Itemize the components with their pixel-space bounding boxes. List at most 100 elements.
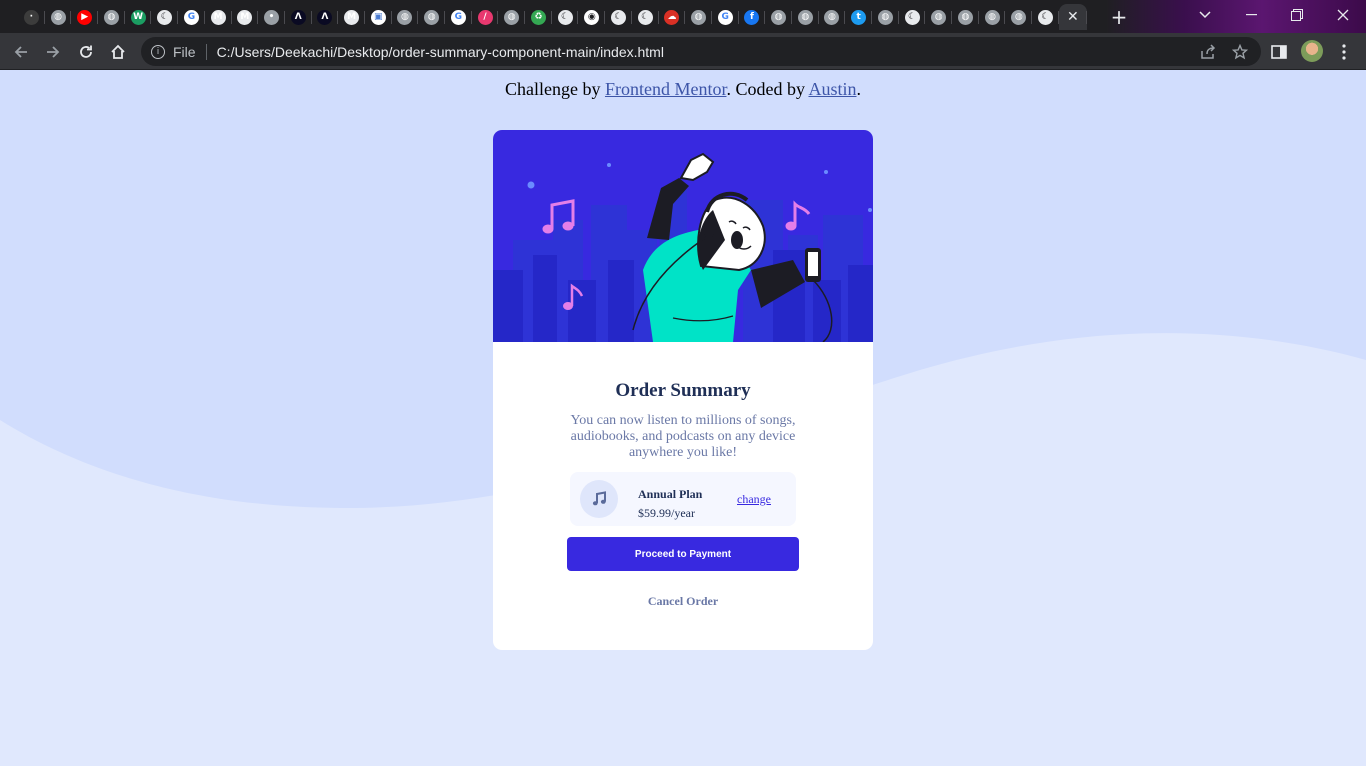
side-panel-button[interactable] xyxy=(1266,39,1292,65)
browser-tab[interactable]: ◍ xyxy=(765,4,792,30)
plus-icon: + xyxy=(1110,5,1128,29)
tab-search-button[interactable] xyxy=(1182,0,1228,30)
browser-tab[interactable]: ☾ xyxy=(899,4,926,30)
browser-tab[interactable]: M xyxy=(205,4,232,30)
browser-tab[interactable]: ☁ xyxy=(659,4,686,30)
music-note-icon xyxy=(580,480,618,518)
browser-tab[interactable]: ◍ xyxy=(925,4,952,30)
globe-icon: ◍ xyxy=(504,9,520,25)
browser-tab[interactable]: ◍ xyxy=(685,4,712,30)
restore-button[interactable] xyxy=(1274,0,1320,30)
share-button[interactable] xyxy=(1195,39,1221,65)
globe-icon: ◍ xyxy=(103,9,119,25)
globe-icon: ◍ xyxy=(424,9,440,25)
chevron-down-icon xyxy=(1199,11,1211,19)
browser-tab[interactable]: ◍ xyxy=(98,4,125,30)
browser-tab[interactable]: ☾ xyxy=(1032,4,1059,30)
browser-tab[interactable]: ◍ xyxy=(872,4,899,30)
change-plan-link[interactable]: change xyxy=(737,492,771,507)
cancel-order-button[interactable]: Cancel Order xyxy=(493,594,873,609)
browser-tab[interactable]: G xyxy=(445,4,472,30)
browser-tab[interactable]: ☾ xyxy=(151,4,178,30)
order-summary-card: Order Summary You can now listen to mill… xyxy=(493,130,873,650)
browser-tab[interactable]: ◍ xyxy=(392,4,419,30)
browser-tab[interactable]: / xyxy=(472,4,499,30)
info-icon[interactable]: i xyxy=(151,44,165,59)
m-logo-icon: M xyxy=(237,9,253,25)
browser-tab[interactable]: Λ xyxy=(285,4,312,30)
globe-icon: ◍ xyxy=(771,9,787,25)
browser-tab[interactable]: ▶ xyxy=(71,4,98,30)
google-icon: G xyxy=(717,9,733,25)
globe-icon: ◍ xyxy=(877,9,893,25)
hero-illustration xyxy=(493,130,873,342)
browser-tab[interactable]: · xyxy=(18,4,45,30)
google-icon: G xyxy=(183,9,199,25)
browser-tab[interactable]: ☾ xyxy=(632,4,659,30)
card-title: Order Summary xyxy=(615,380,751,401)
browser-tab[interactable]: ◍ xyxy=(792,4,819,30)
url-text[interactable]: C:/Users/Deekachi/Desktop/order-summary-… xyxy=(217,44,664,60)
globe-icon: ◍ xyxy=(1011,9,1027,25)
tab-list: · ◍ ▶ ◍ W ☾ G M M • Λ Λ M ▣ ◍ ◍ G / ◍ ♻ ☾ ◉ ☾ ☾ ☁ ◍ Gf ◍ ◍ ◍ t ◍ ☾ ◍ ◍ ◍ ◍ ☾ ✕ xyxy=(18,4,1087,30)
new-tab-button[interactable]: + xyxy=(1105,4,1133,30)
frontend-mentor-link[interactable]: Frontend Mentor xyxy=(605,79,727,99)
m-logo-icon: M xyxy=(344,9,360,25)
globe-icon: ◍ xyxy=(824,9,840,25)
browser-tab[interactable]: ♻ xyxy=(525,4,552,30)
browser-tab[interactable]: ◍ xyxy=(819,4,846,30)
kebab-menu-icon xyxy=(1342,44,1346,60)
browser-tab[interactable]: t xyxy=(845,4,872,30)
author-link[interactable]: Austin xyxy=(808,79,856,99)
credit-middle: . Coded by xyxy=(726,79,809,99)
bookmark-button[interactable] xyxy=(1227,39,1253,65)
plan-name: Annual Plan xyxy=(638,487,703,501)
browser-tab[interactable]: ◍ xyxy=(1005,4,1032,30)
home-button[interactable] xyxy=(105,39,131,65)
moon-icon: ☾ xyxy=(610,9,626,25)
browser-tab[interactable]: ☾ xyxy=(552,4,579,30)
github-icon: ◉ xyxy=(584,9,600,25)
home-icon xyxy=(111,44,125,59)
browser-tab[interactable]: ◍ xyxy=(952,4,979,30)
code-icon: Λ xyxy=(317,9,333,25)
browser-tab[interactable]: ◉ xyxy=(578,4,605,30)
minimize-button[interactable] xyxy=(1228,0,1274,30)
facebook-icon: f xyxy=(744,9,760,25)
reload-button[interactable] xyxy=(73,39,99,65)
proceed-to-payment-button[interactable]: Proceed to Payment xyxy=(567,537,799,571)
browser-tab[interactable]: ▣ xyxy=(365,4,392,30)
browser-tab[interactable]: W xyxy=(125,4,152,30)
code-icon: Λ xyxy=(290,9,306,25)
back-button[interactable] xyxy=(8,39,34,65)
browser-tab[interactable]: • xyxy=(258,4,285,30)
active-tab[interactable]: ✕ xyxy=(1058,4,1087,30)
attribution: Challenge by Frontend Mentor. Coded by A… xyxy=(0,79,1366,100)
forward-button[interactable] xyxy=(40,39,66,65)
browser-tab[interactable]: ◍ xyxy=(45,4,72,30)
close-tab-icon[interactable]: ✕ xyxy=(1067,9,1079,25)
close-window-button[interactable] xyxy=(1320,0,1366,30)
youtube-music-icon: ▶ xyxy=(77,9,93,25)
w-logo-icon: W xyxy=(130,9,146,25)
browser-tab[interactable]: M xyxy=(232,4,259,30)
browser-tab[interactable]: ◍ xyxy=(418,4,445,30)
reload-icon xyxy=(80,45,92,58)
browser-tab[interactable]: G xyxy=(178,4,205,30)
browser-tab[interactable]: ☾ xyxy=(605,4,632,30)
profile-avatar[interactable] xyxy=(1301,40,1323,62)
browser-tab[interactable]: Λ xyxy=(312,4,339,30)
globe-icon: ◍ xyxy=(931,9,947,25)
globe-icon: ◍ xyxy=(957,9,973,25)
browser-tab[interactable]: M xyxy=(338,4,365,30)
credit-prefix: Challenge by xyxy=(504,79,605,99)
address-divider xyxy=(205,43,207,60)
card-description: You can now listen to millions of songs,… xyxy=(570,413,796,460)
menu-button[interactable] xyxy=(1331,39,1357,65)
address-bar[interactable]: i File C:/Users/Deekachi/Desktop/order-s… xyxy=(141,37,1261,66)
browser-tab[interactable]: ◍ xyxy=(979,4,1006,30)
browser-tab[interactable]: ◍ xyxy=(498,4,525,30)
browser-tab[interactable]: f xyxy=(739,4,766,30)
plan-panel: Annual Plan $59.99/year change xyxy=(570,472,796,526)
browser-tab[interactable]: G xyxy=(712,4,739,30)
